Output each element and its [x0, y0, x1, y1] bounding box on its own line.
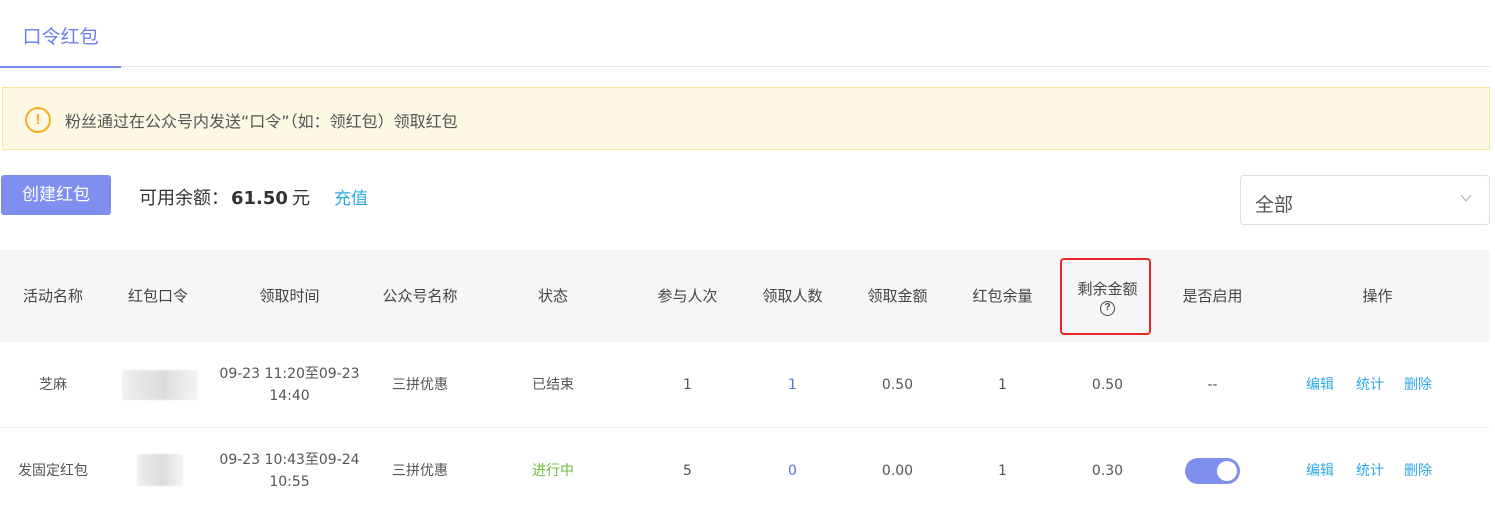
tab-bar: 口令红包 — [0, 0, 1490, 68]
cell-time: 09-23 11:20至09-23 14:40 — [219, 366, 360, 404]
table-row: 发固定红包 09-23 10:43至09-24 10:55 三拼优惠 进行中 5… — [0, 428, 1490, 512]
cell-remaining-count: 1 — [998, 463, 1007, 479]
header-account: 公众号名称 — [382, 287, 458, 305]
cell-participants: 5 — [683, 463, 692, 479]
notice-text: 粉丝通过在公众号内发送“口令”（如：领红包）领取红包 — [65, 112, 458, 131]
toggle-knob — [1217, 461, 1237, 481]
status-filter-select[interactable]: 全部 — [1240, 175, 1490, 225]
cell-name: 发固定红包 — [18, 463, 88, 479]
blurred-code — [122, 370, 198, 400]
cell-enabled: -- — [1207, 377, 1218, 393]
balance-unit: 元 — [291, 188, 310, 209]
cell-participants: 1 — [683, 377, 692, 393]
header-receivers: 领取人数 — [762, 287, 823, 305]
balance-label: 可用余额： — [139, 188, 229, 209]
balance-display: 可用余额： 61.50 元 — [139, 184, 310, 210]
cell-amount: 0.50 — [881, 377, 914, 393]
cell-remaining-amount: 0.30 — [1091, 463, 1124, 479]
status-filter-value: 全部 — [1255, 194, 1294, 216]
cell-receivers[interactable]: 0 — [745, 428, 840, 512]
cell-remaining-count: 1 — [998, 377, 1007, 393]
tab-label: 口令红包 — [22, 26, 99, 48]
create-redpacket-button[interactable]: 创建红包 — [1, 175, 111, 215]
edit-link[interactable]: 编辑 — [1300, 342, 1340, 428]
enable-toggle[interactable] — [1185, 458, 1240, 484]
stats-link[interactable]: 统计 — [1350, 428, 1390, 512]
chevron-down-icon — [1460, 194, 1472, 203]
tab-active-indicator — [0, 66, 121, 68]
table-row: 芝麻 09-23 11:20至09-23 14:40 三拼优惠 已结束 1 1 … — [0, 342, 1490, 428]
cell-status: 进行中 — [532, 463, 574, 479]
stats-link[interactable]: 统计 — [1350, 342, 1390, 428]
header-amount: 领取金额 — [867, 287, 928, 305]
balance-value: 61.50 — [231, 188, 288, 209]
cell-remaining-amount: 0.50 — [1091, 377, 1124, 393]
cell-status: 已结束 — [532, 377, 574, 393]
cell-time: 09-23 10:43至09-24 10:55 — [219, 452, 360, 490]
cell-account: 三拼优惠 — [392, 463, 448, 479]
header-remaining-count: 红包余量 — [972, 287, 1033, 305]
highlight-box — [1060, 258, 1151, 335]
header-name: 活动名称 — [22, 287, 83, 305]
edit-link[interactable]: 编辑 — [1300, 428, 1340, 512]
blurred-code — [137, 454, 183, 486]
recharge-link[interactable]: 充值 — [334, 184, 368, 209]
header-status: 状态 — [537, 287, 568, 305]
delete-link[interactable]: 删除 — [1398, 342, 1438, 428]
cell-name: 芝麻 — [39, 377, 67, 393]
warning-icon: ! — [25, 107, 51, 133]
header-actions: 操作 — [1362, 287, 1393, 305]
cell-amount: 0.00 — [881, 463, 914, 479]
header-code: 红包口令 — [127, 287, 188, 305]
tab-password-redpacket[interactable]: 口令红包 — [0, 22, 121, 68]
header-enabled: 是否启用 — [1182, 287, 1243, 305]
cell-receivers[interactable]: 1 — [745, 342, 840, 428]
cell-account: 三拼优惠 — [392, 377, 448, 393]
notice-banner: ! 粉丝通过在公众号内发送“口令”（如：领红包）领取红包 — [2, 87, 1490, 150]
table-header: 活动名称 红包口令 领取时间 公众号名称 状态 参与人次 领取人数 领取金额 红… — [0, 250, 1490, 342]
header-time: 领取时间 — [259, 287, 320, 305]
header-participants: 参与人次 — [657, 287, 718, 305]
delete-link[interactable]: 删除 — [1398, 428, 1438, 512]
